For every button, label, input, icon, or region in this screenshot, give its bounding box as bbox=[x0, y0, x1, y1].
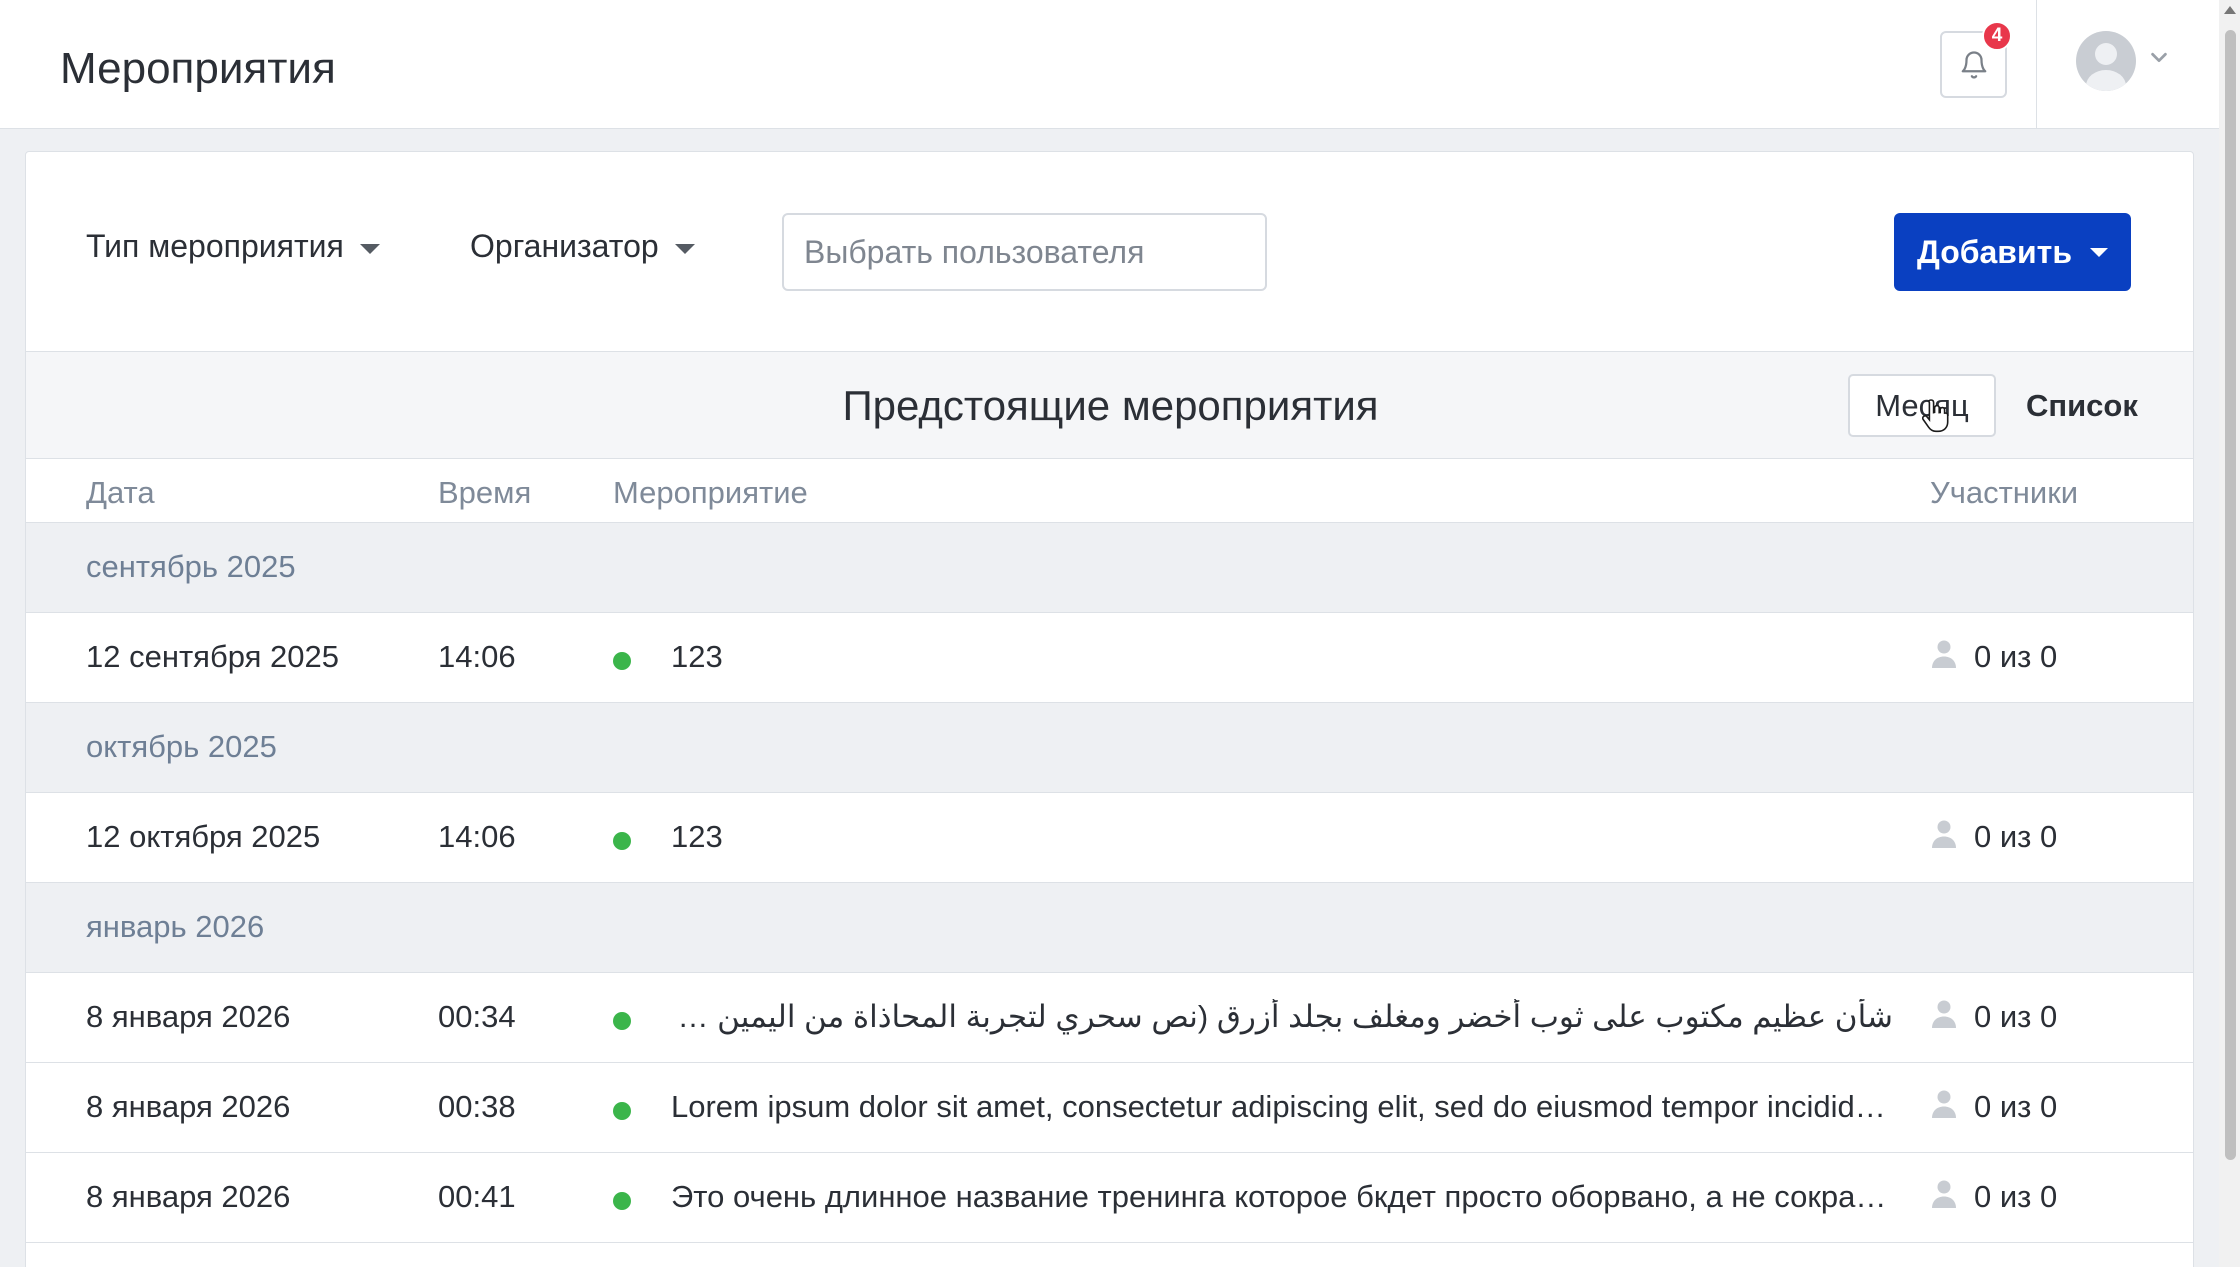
caret-down-icon bbox=[359, 243, 380, 254]
event-time: 00:38 bbox=[438, 1089, 516, 1124]
event-type-label: Тип мероприятия bbox=[86, 228, 344, 264]
scroll-up-arrow-icon[interactable] bbox=[2224, 6, 2236, 14]
column-header-participants: Участники bbox=[1930, 475, 2079, 510]
column-header-event: Мероприятие bbox=[613, 475, 808, 510]
month-group-label: сентябрь 2025 bbox=[86, 549, 296, 584]
event-time: 14:06 bbox=[438, 639, 516, 674]
event-type-dropdown[interactable]: Тип мероприятия bbox=[86, 228, 380, 265]
events-card: Тип мероприятия Организатор Добавить Пре… bbox=[25, 151, 2194, 1267]
event-time: 00:34 bbox=[438, 999, 516, 1034]
month-group-label: январь 2026 bbox=[86, 909, 265, 944]
notifications-count-badge: 4 bbox=[1982, 21, 2012, 51]
event-name[interactable]: 123 bbox=[671, 639, 1893, 675]
status-dot bbox=[613, 652, 631, 670]
event-name[interactable]: شأن عظيم مكتوب على ثوب أخضر ومغلف بجلد أ… bbox=[671, 999, 1893, 1035]
person-icon bbox=[1932, 1090, 1956, 1118]
event-participants: 0 из 0 bbox=[1974, 1179, 2058, 1214]
column-header-date: Дата bbox=[86, 475, 155, 510]
mouse-cursor-hand-icon bbox=[1922, 399, 1949, 433]
chevron-down-icon[interactable] bbox=[2148, 46, 2170, 68]
event-participants: 0 из 0 bbox=[1974, 819, 2058, 854]
event-participants: 0 из 0 bbox=[1974, 1089, 2058, 1124]
event-date: 8 января 2026 bbox=[86, 1179, 291, 1214]
caret-down-icon bbox=[674, 243, 695, 254]
organizer-label: Организатор bbox=[470, 228, 659, 264]
month-group-row: октябрь 2025 bbox=[26, 703, 2193, 793]
event-time: 14:06 bbox=[438, 819, 516, 854]
table-row[interactable]: 12 сентября 2025 14:06 123 0 из 0 bbox=[26, 613, 2193, 703]
person-icon bbox=[1932, 820, 1956, 848]
event-date: 12 сентября 2025 bbox=[86, 639, 339, 674]
add-button[interactable]: Добавить bbox=[1894, 213, 2131, 291]
event-name[interactable]: Lorem ipsum dolor sit amet, consectetur … bbox=[671, 1089, 1893, 1125]
month-group-row: январь 2026 bbox=[26, 883, 2193, 973]
events-table-header: Дата Время Мероприятие Участники bbox=[26, 459, 2193, 523]
event-date: 8 января 2026 bbox=[86, 1089, 291, 1124]
column-header-time: Время bbox=[438, 475, 532, 510]
table-row[interactable]: 8 января 2026 00:41 Это очень длинное на… bbox=[26, 1153, 2193, 1243]
person-icon bbox=[1932, 640, 1956, 668]
table-row[interactable]: 8 января 2026 00:38 Lorem ipsum dolor si… bbox=[26, 1063, 2193, 1153]
filters-bar: Тип мероприятия Организатор Добавить bbox=[26, 152, 2193, 352]
user-avatar-icon[interactable] bbox=[2076, 31, 2136, 91]
event-date: 8 января 2026 bbox=[86, 999, 291, 1034]
table-row[interactable]: 12 октября 2025 14:06 123 0 из 0 bbox=[26, 793, 2193, 883]
top-bar: Мероприятия 4 bbox=[0, 0, 2219, 129]
status-dot bbox=[613, 832, 631, 850]
page-title: Мероприятия bbox=[60, 44, 336, 93]
scrollbar-thumb[interactable] bbox=[2225, 30, 2236, 1160]
select-user-input[interactable] bbox=[782, 213, 1267, 291]
event-date: 12 октября 2025 bbox=[86, 819, 321, 854]
status-dot bbox=[613, 1102, 631, 1120]
status-dot bbox=[613, 1192, 631, 1210]
event-time: 00:41 bbox=[438, 1179, 516, 1214]
upcoming-events-header: Предстоящие мероприятия Месяц Список bbox=[26, 352, 2193, 459]
table-row[interactable]: 8 января 2026 00:34 شأن عظيم مكتوب على ث… bbox=[26, 973, 2193, 1063]
month-group-row: сентябрь 2025 bbox=[26, 523, 2193, 613]
view-list-button[interactable]: Список bbox=[2026, 374, 2138, 437]
organizer-dropdown[interactable]: Организатор bbox=[470, 228, 695, 265]
status-dot bbox=[613, 1012, 631, 1030]
person-icon bbox=[1932, 1180, 1956, 1208]
event-participants: 0 из 0 bbox=[1974, 999, 2058, 1034]
event-name[interactable]: Это очень длинное название тренинга кото… bbox=[671, 1179, 1893, 1215]
event-name[interactable]: 123 bbox=[671, 819, 1893, 855]
header-divider bbox=[2036, 0, 2037, 129]
person-icon bbox=[1932, 1000, 1956, 1028]
add-button-label: Добавить bbox=[1917, 233, 2072, 270]
month-group-label: октябрь 2025 bbox=[86, 729, 277, 764]
caret-down-icon bbox=[2089, 247, 2108, 257]
event-participants: 0 из 0 bbox=[1974, 639, 2058, 674]
bell-icon bbox=[1961, 50, 1986, 79]
